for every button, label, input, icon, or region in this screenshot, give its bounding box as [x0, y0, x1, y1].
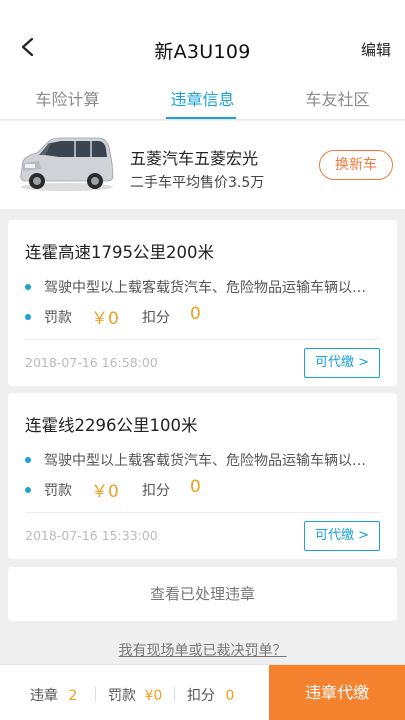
points-value: 0: [190, 477, 201, 497]
points-total-label: 扣分: [187, 688, 215, 704]
fine-label: 罚款: [44, 483, 72, 499]
tab-violations[interactable]: 违章信息: [135, 86, 270, 110]
points-value: 0: [190, 304, 201, 324]
fine-total-label: 罚款: [108, 688, 136, 704]
bullet-dot: [25, 487, 31, 493]
points-label: 扣分: [142, 483, 170, 499]
car-model-name: 五菱汽车五菱宏光: [130, 149, 259, 168]
active-tab-indicator: [166, 117, 236, 119]
page-title: 新A3U109: [154, 41, 251, 63]
edit-button[interactable]: 编辑: [361, 39, 391, 60]
violation-location: 连霍线2296公里100米: [25, 416, 198, 435]
fine-value: ￥0: [91, 482, 119, 502]
have-ticket-link[interactable]: 我有现场单或已裁决罚单？: [0, 640, 405, 660]
points-total-stat: 扣分 0: [187, 685, 234, 705]
violation-description: 驾驶中型以上载客载货汽车、危险物品运输车辆以外的其他机动车行驶超过规定时速: [44, 453, 375, 469]
car-image: [20, 137, 114, 191]
divider: [25, 339, 380, 340]
fine-total-stat: 罚款 ¥0: [108, 685, 162, 705]
violation-card[interactable]: 连霍高速1795公里200米 驾驶中型以上载客载货汽车、危险物品运输车辆以外的其…: [8, 220, 397, 386]
violation-count-label: 违章: [30, 688, 58, 704]
car-info-bar: 五菱汽车五菱宏光 二手车平均售价3.5万 换新车: [0, 121, 405, 209]
pay-on-behalf-button[interactable]: 可代缴 >: [304, 348, 380, 378]
bottom-summary-bar: 违章 2 罚款 ¥0 扣分 0 违章代缴: [0, 664, 405, 720]
divider: [25, 512, 380, 513]
car-average-price: 二手车平均售价3.5万: [130, 175, 265, 191]
app-header: 新A3U109 编辑: [0, 0, 405, 78]
points-total-value: 0: [225, 688, 235, 704]
separator: [95, 687, 96, 701]
pay-on-behalf-button[interactable]: 可代缴 >: [304, 521, 380, 551]
fine-value: ￥0: [91, 309, 119, 329]
separator: [174, 687, 175, 701]
pay-all-violations-button[interactable]: 违章代缴: [269, 665, 405, 720]
violation-time: 2018-07-16 15:33:00: [25, 528, 158, 543]
violation-description: 驾驶中型以上载客载货汽车、危险物品运输车辆以外的其他机动车行驶超过规定时速: [44, 280, 375, 296]
violation-location: 连霍高速1795公里200米: [25, 243, 214, 262]
violation-card[interactable]: 连霍线2296公里100米 驾驶中型以上载客载货汽车、危险物品运输车辆以外的其他…: [8, 393, 397, 559]
tab-bar: 车险计算 违章信息 车友社区: [0, 78, 405, 120]
points-label: 扣分: [142, 310, 170, 326]
violation-count-stat: 违章 2: [30, 685, 77, 705]
fine-label: 罚款: [44, 310, 72, 326]
violation-time: 2018-07-16 16:58:00: [25, 355, 158, 370]
fine-total-value: ¥0: [144, 688, 163, 704]
tab-insurance-calc[interactable]: 车险计算: [0, 86, 135, 110]
violation-count-value: 2: [68, 688, 78, 704]
change-car-button[interactable]: 换新车: [319, 150, 393, 180]
view-processed-violations-button[interactable]: 查看已处理违章: [8, 567, 397, 621]
tab-community[interactable]: 车友社区: [270, 86, 405, 110]
bullet-dot: [25, 314, 31, 320]
